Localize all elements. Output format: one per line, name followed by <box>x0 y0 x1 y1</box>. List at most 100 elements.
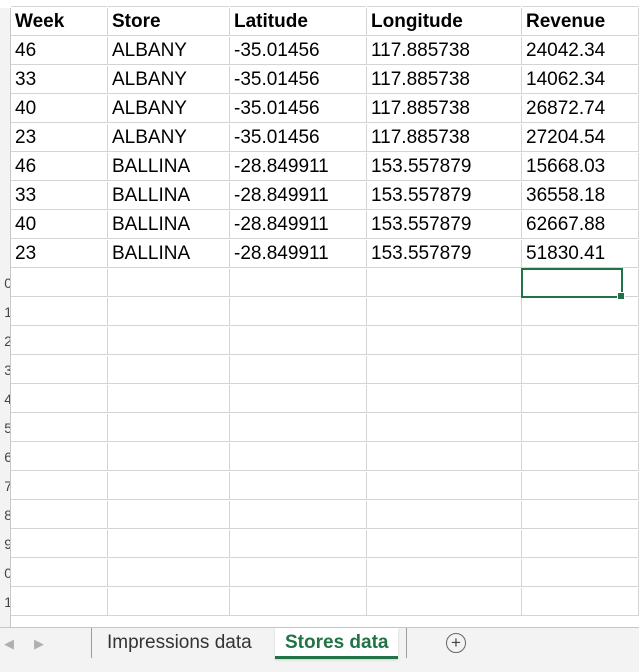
data-cell[interactable] <box>230 559 367 587</box>
data-cell[interactable]: ALBANY <box>108 95 230 123</box>
data-cell[interactable] <box>367 298 522 326</box>
row-number[interactable]: 8 <box>0 507 10 523</box>
data-cell[interactable]: 33 <box>11 66 108 94</box>
scroll-tabs-left-icon[interactable]: ◀ <box>4 636 14 652</box>
data-cell[interactable]: 24042.34 <box>522 37 639 65</box>
header-cell[interactable]: Revenue <box>522 8 639 36</box>
data-cell[interactable] <box>230 356 367 384</box>
data-cell[interactable] <box>11 559 108 587</box>
data-cell[interactable]: ALBANY <box>108 66 230 94</box>
data-cell[interactable]: 36558.18 <box>522 182 639 210</box>
row-number[interactable]: 5 <box>0 420 10 436</box>
data-cell[interactable]: 117.885738 <box>367 124 522 152</box>
data-cell[interactable] <box>11 443 108 471</box>
data-cell[interactable] <box>522 298 639 326</box>
data-cell[interactable] <box>108 327 230 355</box>
column-header-a[interactable] <box>11 0 107 7</box>
data-cell[interactable] <box>11 298 108 326</box>
data-cell[interactable]: 153.557879 <box>367 240 522 268</box>
data-cell[interactable] <box>11 269 108 297</box>
worksheet[interactable]: Week Store Latitude Longitude Revenue 46 ALBAN… <box>0 0 639 627</box>
scroll-tabs-right-icon[interactable]: ▶ <box>34 636 44 652</box>
data-cell[interactable]: 51830.41 <box>522 240 639 268</box>
tab-impressions-data[interactable]: Impressions data <box>97 628 262 658</box>
data-cell[interactable] <box>11 414 108 442</box>
data-cell[interactable] <box>108 472 230 500</box>
data-cell[interactable]: 27204.54 <box>522 124 639 152</box>
data-cell[interactable] <box>108 443 230 471</box>
data-cell[interactable] <box>108 501 230 529</box>
data-cell[interactable] <box>230 385 367 413</box>
row-number[interactable]: 3 <box>0 362 10 378</box>
data-cell[interactable] <box>108 588 230 616</box>
data-cell[interactable] <box>230 298 367 326</box>
data-cell[interactable]: ALBANY <box>108 124 230 152</box>
data-cell[interactable] <box>11 588 108 616</box>
data-cell[interactable] <box>108 298 230 326</box>
data-cell[interactable] <box>108 356 230 384</box>
data-cell[interactable]: 33 <box>11 182 108 210</box>
row-number[interactable]: 7 <box>0 478 10 494</box>
data-cell[interactable]: BALLINA <box>108 153 230 181</box>
data-cell[interactable] <box>230 501 367 529</box>
data-cell[interactable] <box>367 414 522 442</box>
add-sheet-icon[interactable]: + <box>446 633 466 653</box>
data-cell[interactable]: 153.557879 <box>367 153 522 181</box>
data-cell[interactable]: -28.849911 <box>230 182 367 210</box>
data-cell[interactable]: 153.557879 <box>367 211 522 239</box>
data-cell[interactable] <box>230 443 367 471</box>
data-cell[interactable] <box>367 530 522 558</box>
data-cell[interactable] <box>367 501 522 529</box>
data-cell[interactable] <box>11 472 108 500</box>
data-cell[interactable]: -35.01456 <box>230 37 367 65</box>
data-cell[interactable] <box>11 530 108 558</box>
data-cell[interactable]: BALLINA <box>108 240 230 268</box>
fill-handle[interactable] <box>617 292 625 300</box>
data-cell[interactable] <box>230 327 367 355</box>
data-cell[interactable] <box>108 414 230 442</box>
column-header-d[interactable] <box>367 0 521 7</box>
data-cell[interactable]: 14062.34 <box>522 66 639 94</box>
selected-cell[interactable] <box>521 268 625 300</box>
data-cell[interactable]: 40 <box>11 211 108 239</box>
data-cell[interactable] <box>11 327 108 355</box>
data-cell[interactable] <box>108 269 230 297</box>
data-cell[interactable] <box>522 559 639 587</box>
data-cell[interactable]: ALBANY <box>108 37 230 65</box>
data-cell[interactable] <box>522 472 639 500</box>
data-cell[interactable] <box>522 385 639 413</box>
row-number[interactable]: 0 <box>0 565 10 581</box>
data-cell[interactable]: 46 <box>11 37 108 65</box>
data-cell[interactable] <box>522 327 639 355</box>
data-cell[interactable] <box>367 269 522 297</box>
data-cell[interactable]: -28.849911 <box>230 211 367 239</box>
column-header-b[interactable] <box>108 0 229 7</box>
row-number[interactable]: 6 <box>0 449 10 465</box>
data-cell[interactable] <box>230 269 367 297</box>
data-cell[interactable] <box>11 385 108 413</box>
data-cell[interactable] <box>367 443 522 471</box>
data-cell[interactable]: 117.885738 <box>367 66 522 94</box>
data-cell[interactable] <box>108 530 230 558</box>
data-cell[interactable] <box>522 530 639 558</box>
data-cell[interactable] <box>230 530 367 558</box>
column-header-e[interactable] <box>522 0 639 7</box>
header-cell[interactable]: Store <box>108 8 230 36</box>
data-cell[interactable] <box>522 443 639 471</box>
data-cell[interactable]: 117.885738 <box>367 37 522 65</box>
data-cell[interactable]: 62667.88 <box>522 211 639 239</box>
header-cell[interactable]: Longitude <box>367 8 522 36</box>
data-cell[interactable] <box>11 356 108 384</box>
tab-stores-data[interactable]: Stores data <box>275 628 399 659</box>
data-cell[interactable] <box>522 414 639 442</box>
data-cell[interactable] <box>367 327 522 355</box>
data-cell[interactable] <box>522 356 639 384</box>
row-number[interactable]: 4 <box>0 391 10 407</box>
data-cell[interactable]: 23 <box>11 124 108 152</box>
row-number[interactable]: 1 <box>0 594 10 610</box>
data-cell[interactable]: -28.849911 <box>230 153 367 181</box>
data-cell[interactable]: 23 <box>11 240 108 268</box>
row-number[interactable]: 0 <box>0 275 10 291</box>
data-cell[interactable]: 26872.74 <box>522 95 639 123</box>
data-cell[interactable]: 40 <box>11 95 108 123</box>
